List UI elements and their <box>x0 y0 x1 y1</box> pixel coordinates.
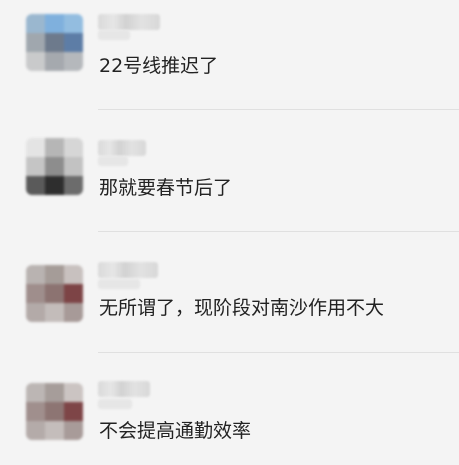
avatar-mosaic-cell <box>26 303 45 322</box>
avatar-mosaic-cell <box>26 421 45 440</box>
avatar-mosaic-cell <box>45 265 64 284</box>
avatar-mosaic-cell <box>45 52 64 71</box>
comment-text: 无所谓了，现阶段对南沙作用不大 <box>99 297 385 319</box>
avatar-mosaic-cell <box>45 33 64 52</box>
avatar-mosaic-cell <box>64 303 83 322</box>
avatar-mosaic-cell <box>26 138 45 157</box>
avatar-mosaic-cell <box>26 284 45 303</box>
avatar-mosaic-cell <box>26 157 45 176</box>
username-subline-blurred <box>98 30 130 40</box>
avatar-mosaic-cell <box>26 265 45 284</box>
comment-item: 那就要春节后了 <box>0 110 459 232</box>
avatar-mosaic-cell <box>26 402 45 421</box>
avatar-mosaic-cell <box>64 52 83 71</box>
avatar-mosaic-cell <box>64 265 83 284</box>
avatar[interactable] <box>26 265 83 322</box>
username-blurred <box>98 381 150 397</box>
avatar[interactable] <box>26 14 83 71</box>
avatar[interactable] <box>26 138 83 195</box>
avatar-mosaic-cell <box>45 157 64 176</box>
avatar-mosaic-cell <box>45 176 64 195</box>
avatar-mosaic-cell <box>26 33 45 52</box>
avatar-mosaic-cell <box>45 138 64 157</box>
avatar-mosaic-cell <box>64 383 83 402</box>
avatar-mosaic-cell <box>64 14 83 33</box>
avatar-mosaic-cell <box>64 138 83 157</box>
avatar-mosaic-cell <box>64 33 83 52</box>
avatar[interactable] <box>26 383 83 440</box>
comment-text: 那就要春节后了 <box>99 177 233 199</box>
username-blurred <box>98 262 158 278</box>
avatar-mosaic-cell <box>64 176 83 195</box>
comment-text: 22号线推迟了 <box>99 55 219 77</box>
username-blurred <box>98 14 160 30</box>
comment-text: 不会提高通勤效率 <box>99 420 252 442</box>
comment-item: 无所谓了，现阶段对南沙作用不大 <box>0 232 459 353</box>
avatar-mosaic-cell <box>64 284 83 303</box>
avatar-mosaic-cell <box>26 14 45 33</box>
avatar-mosaic-cell <box>26 52 45 71</box>
avatar-mosaic-cell <box>45 383 64 402</box>
comment-feed: 22号线推迟了 那就要春节后了 无所谓了，现阶段对南沙作用不大 不会提高通勤效率 <box>0 0 459 465</box>
avatar-mosaic-cell <box>45 402 64 421</box>
avatar-mosaic-cell <box>45 303 64 322</box>
username-subline-blurred <box>98 279 140 289</box>
avatar-mosaic-cell <box>45 284 64 303</box>
avatar-mosaic-cell <box>64 157 83 176</box>
avatar-mosaic-cell <box>64 402 83 421</box>
comment-item: 不会提高通勤效率 <box>0 353 459 465</box>
username-subline-blurred <box>98 399 132 409</box>
avatar-mosaic-cell <box>26 176 45 195</box>
avatar-mosaic-cell <box>26 383 45 402</box>
avatar-mosaic-cell <box>64 421 83 440</box>
comment-item: 22号线推迟了 <box>0 0 459 121</box>
username-blurred <box>98 140 146 156</box>
avatar-mosaic-cell <box>45 14 64 33</box>
avatar-mosaic-cell <box>45 421 64 440</box>
username-subline-blurred <box>98 156 128 166</box>
